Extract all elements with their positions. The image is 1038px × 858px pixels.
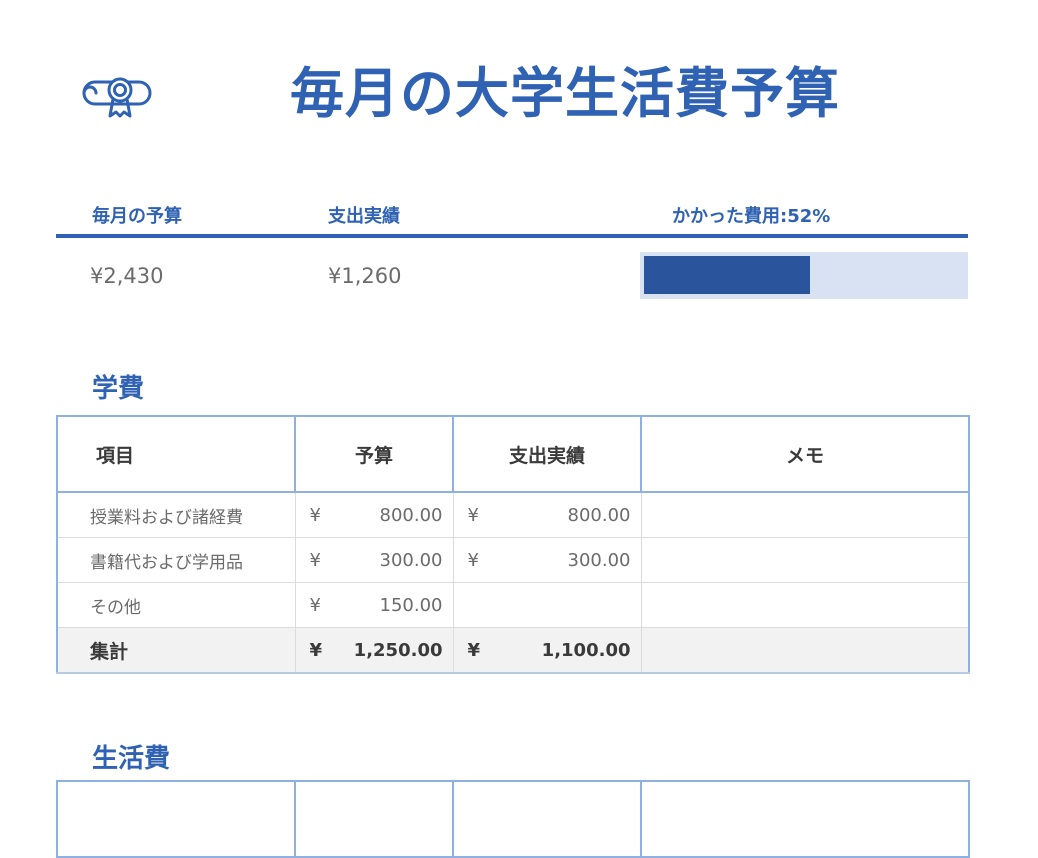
cell-actual[interactable]	[452, 582, 642, 628]
cell-item[interactable]: その他	[56, 582, 296, 628]
col-header-memo: メモ	[640, 415, 970, 493]
page-title: 毎月の大学生活費予算	[290, 62, 840, 125]
cell-memo[interactable]	[640, 537, 970, 583]
currency-symbol: ¥	[309, 549, 321, 571]
col-header-actual: 支出実績	[452, 415, 642, 493]
amount: 300.00	[379, 549, 443, 571]
total-row: 集計 ¥1,250.00 ¥1,100.00	[56, 627, 970, 674]
col-header	[56, 780, 296, 858]
tuition-table: 項目 予算 支出実績 メモ 授業料および諸経費 ¥800.00 ¥800.00 …	[56, 415, 970, 674]
cell-budget[interactable]: ¥300.00	[294, 537, 454, 583]
cell-item[interactable]: 書籍代および学用品	[56, 537, 296, 583]
living-section-title: 生活費	[92, 744, 171, 774]
col-header-item: 項目	[56, 415, 296, 493]
currency-symbol: ¥	[467, 549, 479, 571]
actual-spending-value: ¥1,260	[328, 264, 402, 288]
col-header	[640, 780, 970, 858]
amount: 800.00	[567, 504, 631, 526]
total-budget: ¥1,250.00	[294, 627, 454, 674]
table-row: 書籍代および学用品 ¥300.00 ¥300.00	[56, 537, 970, 583]
total-actual: ¥1,100.00	[452, 627, 642, 674]
cell-actual[interactable]: ¥800.00	[452, 491, 642, 538]
monthly-budget-label: 毎月の予算	[92, 206, 182, 227]
table-row: その他 ¥150.00	[56, 582, 970, 628]
amount: 300.00	[567, 549, 631, 571]
cell-budget[interactable]: ¥800.00	[294, 491, 454, 538]
amount: 800.00	[379, 504, 443, 526]
amount: 150.00	[379, 594, 443, 616]
spent-progress-bar	[640, 252, 968, 299]
currency-symbol: ¥	[467, 639, 481, 661]
cell-memo[interactable]	[640, 491, 970, 538]
cell-budget[interactable]: ¥150.00	[294, 582, 454, 628]
table-row: 授業料および諸経費 ¥800.00 ¥800.00	[56, 491, 970, 538]
col-header-budget: 予算	[294, 415, 454, 493]
currency-symbol: ¥	[467, 504, 479, 526]
spent-percent-label: かかった費用:52%	[672, 206, 831, 227]
total-memo	[640, 627, 970, 674]
living-table	[56, 780, 970, 858]
monthly-budget-value: ¥2,430	[90, 264, 164, 288]
summary-divider	[56, 234, 968, 238]
amount: 1,100.00	[541, 639, 631, 661]
diploma-icon	[82, 77, 152, 118]
tuition-section-title: 学費	[92, 374, 145, 404]
cell-memo[interactable]	[640, 582, 970, 628]
table-header-row: 項目 予算 支出実績 メモ	[56, 415, 970, 493]
spent-progress-fill	[644, 256, 810, 294]
total-label: 集計	[56, 627, 296, 674]
amount: 1,250.00	[353, 639, 443, 661]
cell-actual[interactable]: ¥300.00	[452, 537, 642, 583]
currency-symbol: ¥	[309, 594, 321, 616]
col-header	[452, 780, 642, 858]
table-header-row	[56, 780, 970, 858]
col-header	[294, 780, 454, 858]
currency-symbol: ¥	[309, 639, 323, 661]
cell-item[interactable]: 授業料および諸経費	[56, 491, 296, 538]
actual-spending-label: 支出実績	[328, 206, 400, 227]
currency-symbol: ¥	[309, 504, 321, 526]
